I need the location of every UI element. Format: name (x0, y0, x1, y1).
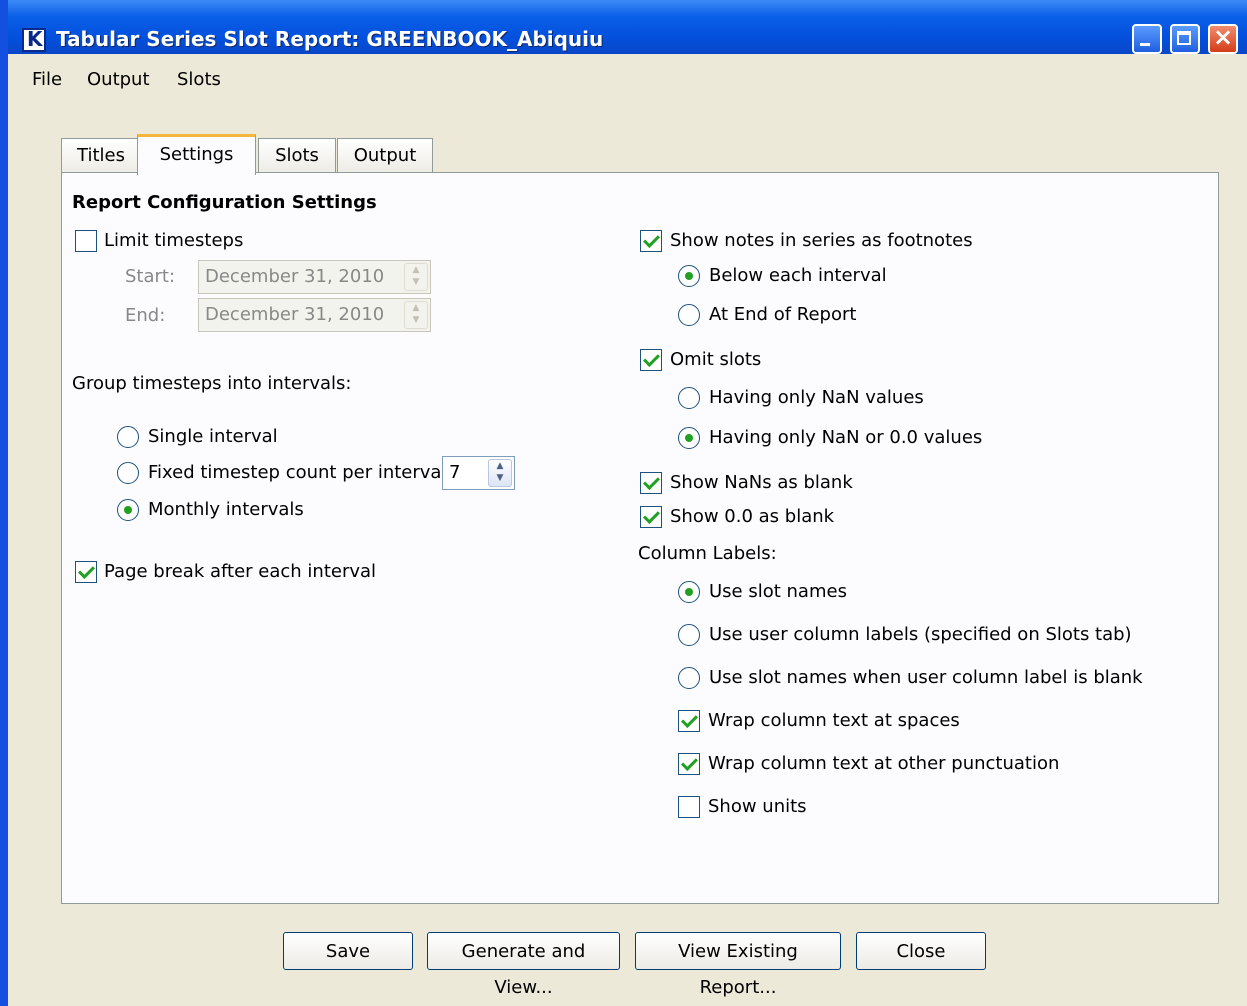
fixed-count-spin-buttons[interactable]: ▲ ▼ (488, 459, 512, 487)
limit-timesteps-checkbox[interactable] (75, 230, 97, 252)
end-of-report-radio[interactable] (678, 304, 700, 326)
nans-blank-checkbox[interactable] (640, 472, 662, 494)
page-break-label: Page break after each interval (104, 561, 377, 582)
fixed-count-radio[interactable] (117, 462, 139, 484)
omit-slots-checkbox[interactable] (640, 349, 662, 371)
window-close-button[interactable]: × (1208, 23, 1238, 54)
show-units-label: Show units (708, 796, 807, 817)
use-slot-names-label: Use slot names (709, 581, 847, 602)
generate-and-view-button[interactable]: Generate and View... (427, 932, 620, 998)
close-icon: × (1212, 23, 1234, 51)
end-date-field: December 31, 2010 ▲ ▼ (198, 298, 431, 332)
start-date-value: December 31, 2010 (205, 266, 385, 287)
only-nan-zero-label: Having only NaN or 0.0 values (709, 427, 983, 448)
show-units-checkbox[interactable] (678, 796, 700, 818)
minimize-button[interactable] (1132, 24, 1162, 54)
settings-panel: Report Configuration Settings Limit time… (61, 172, 1219, 904)
show-notes-checkbox[interactable] (640, 230, 662, 252)
zero-blank-checkbox[interactable] (640, 506, 662, 528)
monthly-intervals-label: Monthly intervals (148, 499, 304, 520)
below-interval-label: Below each interval (709, 265, 887, 286)
below-interval-radio[interactable] (678, 265, 700, 287)
limit-timesteps-label: Limit timesteps (104, 230, 244, 251)
maximize-button[interactable] (1170, 24, 1200, 54)
maximize-icon (1177, 31, 1191, 45)
start-spinner: ▲ ▼ (404, 263, 428, 291)
tab-output[interactable]: Output (337, 138, 433, 174)
report-window: K Tabular Series Slot Report: GREENBOOK_… (0, 0, 1247, 1006)
column-labels-label: Column Labels: (638, 543, 777, 564)
tab-slots[interactable]: Slots (258, 138, 336, 174)
fixed-count-label: Fixed timestep count per interval (148, 462, 447, 483)
wrap-spaces-checkbox[interactable] (678, 710, 700, 732)
save-button[interactable]: Save (283, 932, 413, 970)
single-interval-radio[interactable] (117, 426, 139, 448)
only-nan-zero-radio[interactable] (678, 427, 700, 449)
fixed-count-value: 7 (449, 462, 461, 483)
end-of-report-label: At End of Report (709, 304, 857, 325)
menu-slots[interactable]: Slots (177, 69, 221, 90)
group-intervals-label: Group timesteps into intervals: (72, 373, 352, 394)
tab-settings[interactable]: Settings (137, 134, 256, 175)
slot-names-when-blank-radio[interactable] (678, 667, 700, 689)
slot-names-when-blank-label: Use slot names when user column label is… (709, 667, 1143, 688)
show-notes-label: Show notes in series as footnotes (670, 230, 973, 251)
tab-titles[interactable]: Titles (61, 138, 141, 174)
close-button[interactable]: Close (856, 932, 986, 970)
riverware-app-icon: K (22, 27, 46, 52)
omit-slots-label: Omit slots (670, 349, 762, 370)
wrap-punctuation-checkbox[interactable] (678, 753, 700, 775)
view-existing-report-button[interactable]: View Existing Report... (635, 932, 841, 998)
zero-blank-label: Show 0.0 as blank (670, 506, 835, 527)
use-user-labels-radio[interactable] (678, 624, 700, 646)
wrap-spaces-label: Wrap column text at spaces (708, 710, 960, 731)
end-date-value: December 31, 2010 (205, 304, 385, 325)
nans-blank-label: Show NaNs as blank (670, 472, 853, 493)
window-title: Tabular Series Slot Report: GREENBOOK_Ab… (56, 27, 604, 51)
minimize-icon (1140, 43, 1150, 46)
wrap-punctuation-label: Wrap column text at other punctuation (708, 753, 1060, 774)
panel-heading: Report Configuration Settings (72, 192, 377, 213)
only-nan-radio[interactable] (678, 387, 700, 409)
menu-file[interactable]: File (32, 69, 62, 90)
fixed-count-spinner[interactable]: 7 ▲ ▼ (442, 456, 515, 490)
end-label: End: (125, 305, 166, 326)
end-spinner: ▲ ▼ (404, 301, 428, 329)
only-nan-label: Having only NaN values (709, 387, 924, 408)
title-bar[interactable]: K Tabular Series Slot Report: GREENBOOK_… (8, 0, 1247, 54)
start-date-field: December 31, 2010 ▲ ▼ (198, 260, 431, 294)
start-label: Start: (125, 266, 176, 287)
page-break-checkbox[interactable] (75, 561, 97, 583)
menu-output[interactable]: Output (87, 69, 150, 90)
use-user-labels-label: Use user column labels (specified on Slo… (709, 624, 1132, 645)
monthly-intervals-radio[interactable] (117, 499, 139, 521)
use-slot-names-radio[interactable] (678, 581, 700, 603)
single-interval-label: Single interval (148, 426, 278, 447)
